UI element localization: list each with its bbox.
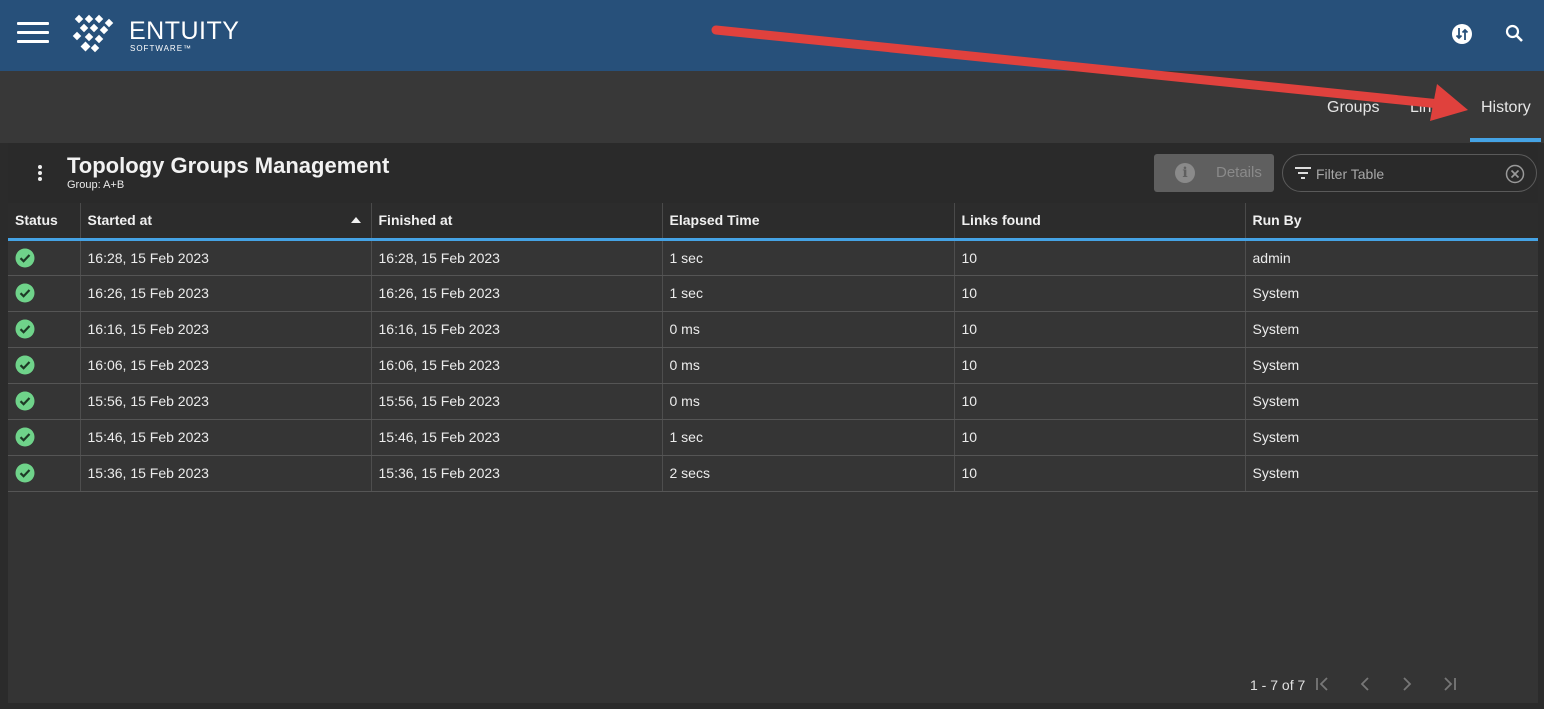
finished-at-cell: 15:46, 15 Feb 2023: [371, 419, 663, 456]
started-at-cell: 16:16, 15 Feb 2023: [80, 311, 372, 348]
table-row[interactable]: 15:56, 15 Feb 2023 15:56, 15 Feb 2023 0 ms…: [8, 383, 1538, 420]
elapsed-time-cell: 1 sec: [662, 239, 955, 276]
links-found-cell: 10: [954, 383, 1246, 420]
elapsed-time-cell: 2 secs: [662, 455, 955, 492]
table-row[interactable]: 16:28, 15 Feb 2023 16:28, 15 Feb 2023 1 se…: [8, 239, 1538, 276]
clear-filter-icon[interactable]: [1505, 164, 1525, 184]
table-row[interactable]: 15:46, 15 Feb 2023 15:46, 15 Feb 2023 1 se…: [8, 419, 1538, 456]
success-check-icon: [15, 391, 35, 411]
elapsed-time-cell: 0 ms: [662, 311, 955, 348]
filter-icon: [1295, 167, 1311, 179]
success-check-icon: [15, 283, 35, 303]
elapsed-time-cell: 1 sec: [662, 275, 955, 312]
links-found-cell: 10: [954, 239, 1246, 276]
column-header-elapsed-time[interactable]: Elapsed Time: [662, 203, 955, 241]
pagination: 1 - 7 of 7: [1238, 673, 1538, 697]
run-by-cell: System: [1245, 275, 1538, 312]
finished-at-cell: 15:56, 15 Feb 2023: [371, 383, 663, 420]
column-header-run-by[interactable]: Run By: [1245, 203, 1538, 241]
run-by-cell: System: [1245, 383, 1538, 420]
active-tab-indicator: [1470, 138, 1541, 142]
filter-table-field[interactable]: [1282, 154, 1537, 192]
column-header-status[interactable]: Status: [8, 203, 81, 241]
links-found-cell: 10: [954, 419, 1246, 456]
details-button-label: Details: [1216, 164, 1262, 181]
status-cell: [8, 419, 81, 456]
elapsed-time-cell: 0 ms: [662, 347, 955, 384]
table-header-row: Status Started at Finished at Elapsed Ti…: [8, 203, 1538, 241]
brand-name: ENTUITY: [129, 17, 240, 45]
status-cell: [8, 383, 81, 420]
run-by-cell: System: [1245, 347, 1538, 384]
links-found-cell: 10: [954, 455, 1246, 492]
filter-input[interactable]: [1316, 164, 1496, 184]
links-found-cell: 10: [954, 275, 1246, 312]
logo-mark-icon: [72, 14, 114, 53]
table-row[interactable]: 16:06, 15 Feb 2023 16:06, 15 Feb 2023 0 ms…: [8, 347, 1538, 384]
started-at-cell: 16:28, 15 Feb 2023: [80, 239, 372, 276]
success-check-icon: [15, 355, 35, 375]
info-icon: i: [1175, 163, 1195, 183]
tab-groups[interactable]: Groups: [1327, 99, 1379, 117]
swap-icon[interactable]: [1450, 22, 1474, 46]
column-header-finished-at[interactable]: Finished at: [371, 203, 663, 241]
history-table: Status Started at Finished at Elapsed Ti…: [8, 203, 1538, 492]
finished-at-cell: 16:28, 15 Feb 2023: [371, 239, 663, 276]
menu-icon[interactable]: [17, 22, 49, 44]
run-by-cell: System: [1245, 311, 1538, 348]
column-header-links-found[interactable]: Links found: [954, 203, 1246, 241]
success-check-icon: [15, 248, 35, 267]
panel-header: Topology Groups Management Group: A+B i …: [8, 143, 1538, 203]
finished-at-cell: 16:06, 15 Feb 2023: [371, 347, 663, 384]
success-check-icon: [15, 319, 35, 339]
page-title: Topology Groups Management: [67, 153, 390, 178]
status-cell: [8, 455, 81, 492]
search-icon[interactable]: [1503, 22, 1527, 46]
started-at-cell: 15:56, 15 Feb 2023: [80, 383, 372, 420]
status-cell: [8, 311, 81, 348]
started-at-cell: 16:26, 15 Feb 2023: [80, 275, 372, 312]
finished-at-cell: 16:26, 15 Feb 2023: [371, 275, 663, 312]
success-check-icon: [15, 463, 35, 483]
more-options-icon[interactable]: [36, 165, 44, 183]
links-found-cell: 10: [954, 347, 1246, 384]
status-cell: [8, 347, 81, 384]
elapsed-time-cell: 1 sec: [662, 419, 955, 456]
details-button[interactable]: i Details: [1154, 154, 1274, 192]
group-subtitle: Group: A+B: [67, 179, 125, 191]
success-check-icon: [15, 427, 35, 447]
column-header-label: Started at: [87, 212, 153, 229]
first-page-icon[interactable]: [1314, 675, 1332, 693]
top-bar: ENTUITY SOFTWARE™: [0, 0, 1544, 71]
elapsed-time-cell: 0 ms: [662, 383, 955, 420]
started-at-cell: 15:46, 15 Feb 2023: [80, 419, 372, 456]
sort-ascending-icon: [350, 217, 361, 223]
status-cell: [8, 239, 81, 276]
next-page-icon[interactable]: [1398, 675, 1416, 693]
links-found-cell: 10: [954, 311, 1246, 348]
history-panel: Topology Groups Management Group: A+B i …: [8, 143, 1538, 703]
table-row[interactable]: 15:36, 15 Feb 2023 15:36, 15 Feb 2023 2 se…: [8, 455, 1538, 492]
run-by-cell: System: [1245, 455, 1538, 492]
last-page-icon[interactable]: [1440, 675, 1458, 693]
tab-bar: Groups Links History: [0, 71, 1544, 143]
brand-logo[interactable]: ENTUITY SOFTWARE™: [72, 14, 242, 58]
started-at-cell: 15:36, 15 Feb 2023: [80, 455, 372, 492]
table-row[interactable]: 16:16, 15 Feb 2023 16:16, 15 Feb 2023 0 ms…: [8, 311, 1538, 348]
brand-subtitle: SOFTWARE™: [130, 44, 193, 53]
tab-links[interactable]: Links: [1410, 99, 1447, 117]
pagination-range: 1 - 7 of 7: [1250, 677, 1306, 693]
run-by-cell: System: [1245, 419, 1538, 456]
column-header-started-at[interactable]: Started at: [80, 203, 372, 241]
finished-at-cell: 15:36, 15 Feb 2023: [371, 455, 663, 492]
previous-page-icon[interactable]: [1356, 675, 1374, 693]
status-cell: [8, 275, 81, 312]
finished-at-cell: 16:16, 15 Feb 2023: [371, 311, 663, 348]
started-at-cell: 16:06, 15 Feb 2023: [80, 347, 372, 384]
tab-history[interactable]: History: [1481, 99, 1531, 117]
run-by-cell: admin: [1245, 239, 1538, 276]
table-row[interactable]: 16:26, 15 Feb 2023 16:26, 15 Feb 2023 1 se…: [8, 275, 1538, 312]
